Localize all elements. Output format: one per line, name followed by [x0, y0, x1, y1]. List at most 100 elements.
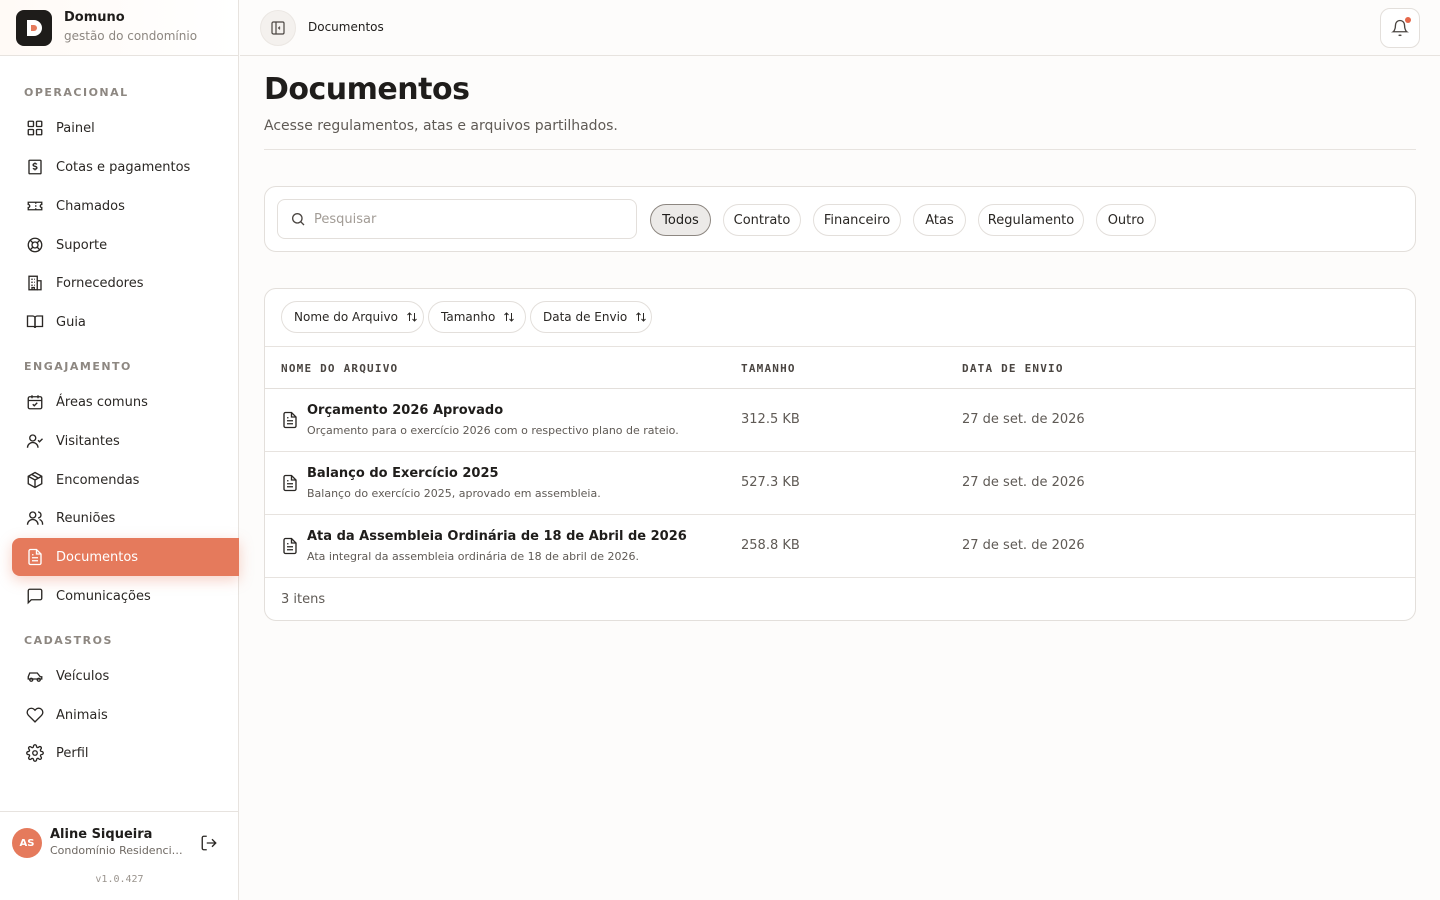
ticket-icon: [27, 201, 43, 211]
divider: [264, 149, 1416, 150]
sidebar-item-fornecedores[interactable]: Fornecedores: [12, 264, 239, 302]
file-size: 258.8 KB: [741, 538, 800, 553]
sidebar: Domuno gestão do condomínio OPERACIONAL …: [0, 0, 239, 900]
user-org: Condomínio Residencial ...: [50, 844, 186, 857]
file-text-icon: [283, 411, 297, 429]
sort-button-data[interactable]: Data de Envio: [530, 301, 652, 333]
notification-dot: [1405, 17, 1411, 23]
section-title-cadastros: CADASTROS: [24, 634, 113, 647]
sidebar-item-label: Guia: [56, 314, 86, 330]
file-text-icon: [283, 537, 297, 555]
search-box[interactable]: [277, 199, 637, 239]
sort-arrows-icon: [504, 312, 515, 322]
sidebar-item-encomendas[interactable]: Encomendas: [12, 461, 239, 499]
file-size: 527.3 KB: [741, 475, 800, 490]
sidebar-item-label: Cotas e pagamentos: [56, 159, 191, 175]
upload-date: 27 de set. de 2026: [962, 475, 1085, 490]
lifebuoy-icon: [27, 237, 43, 253]
sidebar-toggle-button[interactable]: [260, 10, 296, 46]
file-text-icon: [28, 548, 42, 566]
filter-chip-regulamento[interactable]: Regulamento: [978, 204, 1084, 236]
panel-left-icon: [271, 21, 285, 35]
sidebar-item-comunicacoes[interactable]: Comunicações: [12, 577, 239, 615]
sidebar-item-label: Perfil: [56, 745, 89, 761]
building-icon: [28, 275, 42, 291]
sidebar-item-areas-comuns[interactable]: Áreas comuns: [12, 383, 239, 421]
sidebar-item-reunioes[interactable]: Reuniões: [12, 499, 239, 537]
sort-label: Data de Envio: [543, 310, 628, 324]
column-header-data[interactable]: DATA DE ENVIO: [962, 362, 1064, 375]
topbar: Documentos: [240, 0, 1440, 56]
section-title-operacional: OPERACIONAL: [24, 86, 129, 99]
sidebar-item-veiculos[interactable]: Veículos: [12, 657, 239, 695]
file-description: Orçamento para o exercício 2026 com o re…: [307, 424, 679, 437]
sidebar-item-visitantes[interactable]: Visitantes: [12, 422, 239, 460]
brand-subtitle: gestão do condomínio: [64, 29, 198, 43]
sort-label: Tamanho: [441, 310, 496, 324]
heart-icon: [26, 707, 44, 723]
sidebar-item-label: Veículos: [56, 668, 110, 684]
sort-arrows-icon: [407, 312, 417, 322]
sidebar-item-cotas[interactable]: Cotas e pagamentos: [12, 148, 239, 186]
column-header-tamanho[interactable]: TAMANHO: [741, 362, 796, 375]
filter-chip-financeiro[interactable]: Financeiro: [813, 204, 901, 236]
file-name[interactable]: Orçamento 2026 Aprovado: [307, 403, 503, 418]
search-input[interactable]: [314, 211, 614, 227]
gear-icon: [26, 744, 44, 762]
sidebar-item-documentos[interactable]: Documentos: [12, 538, 239, 576]
logout-icon[interactable]: [200, 834, 218, 852]
documents-table: Nome do Arquivo Tamanho Data de Envio NO…: [264, 288, 1416, 621]
upload-date: 27 de set. de 2026: [962, 412, 1085, 427]
filter-chip-outro[interactable]: Outro: [1096, 204, 1156, 236]
sidebar-item-label: Comunicações: [56, 588, 151, 604]
sidebar-item-guia[interactable]: Guia: [12, 303, 239, 341]
table-header: NOME DO ARQUIVO TAMANHO DATA DE ENVIO: [265, 346, 1415, 389]
filter-chip-contrato[interactable]: Contrato: [723, 204, 801, 236]
logo-icon: [16, 9, 52, 46]
sidebar-item-animais[interactable]: Animais: [12, 696, 239, 734]
sidebar-item-label: Fornecedores: [56, 275, 144, 291]
file-size: 312.5 KB: [741, 412, 800, 427]
column-header-nome[interactable]: NOME DO ARQUIVO: [281, 362, 398, 375]
user-footer: AS Aline Siqueira Condomínio Residencial…: [0, 811, 239, 900]
brand-name: Domuno: [64, 10, 125, 25]
calendar-check-icon: [27, 395, 43, 410]
sidebar-item-painel[interactable]: Painel: [12, 109, 239, 147]
sidebar-item-label: Encomendas: [56, 472, 140, 488]
upload-date: 27 de set. de 2026: [962, 538, 1085, 553]
app-version: v1.0.427: [95, 874, 144, 885]
sidebar-item-label: Documentos: [56, 549, 139, 565]
filter-bar: Todos Contrato Financeiro Atas Regulamen…: [264, 186, 1416, 252]
sidebar-item-label: Áreas comuns: [56, 394, 148, 410]
search-icon: [292, 213, 305, 226]
sidebar-item-label: Chamados: [56, 198, 125, 214]
receipt-dollar-icon: [28, 159, 42, 175]
grid-icon: [27, 120, 43, 136]
sidebar-item-label: Painel: [56, 120, 95, 136]
file-description: Ata integral da assembleia ordinária de …: [307, 550, 639, 563]
filter-chip-todos[interactable]: Todos: [650, 204, 711, 236]
sidebar-item-label: Animais: [56, 707, 108, 723]
sort-button-tamanho[interactable]: Tamanho: [428, 301, 526, 333]
sidebar-item-label: Suporte: [56, 237, 108, 253]
filter-chip-atas[interactable]: Atas: [913, 204, 966, 236]
book-icon: [26, 315, 44, 329]
sidebar-item-chamados[interactable]: Chamados: [12, 187, 239, 225]
car-icon: [27, 672, 43, 682]
file-name[interactable]: Balanço do Exercício 2025: [307, 466, 499, 481]
user-check-icon: [26, 434, 43, 448]
avatar[interactable]: AS: [12, 828, 42, 858]
sidebar-item-suporte[interactable]: Suporte: [12, 226, 239, 264]
page-title: Documentos: [264, 72, 470, 107]
item-count: 3 itens: [281, 592, 326, 607]
table-row[interactable]: Orçamento 2026 Aprovado Orçamento para o…: [265, 389, 1415, 452]
table-row[interactable]: Ata da Assembleia Ordinária de 18 de Abr…: [265, 515, 1415, 578]
users-icon: [26, 511, 44, 525]
table-row[interactable]: Balanço do Exercício 2025 Balanço do exe…: [265, 452, 1415, 515]
file-name[interactable]: Ata da Assembleia Ordinária de 18 de Abr…: [307, 529, 687, 544]
sidebar-item-perfil[interactable]: Perfil: [12, 734, 239, 772]
brand-header[interactable]: Domuno gestão do condomínio: [0, 0, 238, 56]
notifications-button[interactable]: [1380, 8, 1420, 48]
sort-button-nome[interactable]: Nome do Arquivo: [281, 301, 424, 333]
user-name: Aline Siqueira: [50, 827, 153, 842]
